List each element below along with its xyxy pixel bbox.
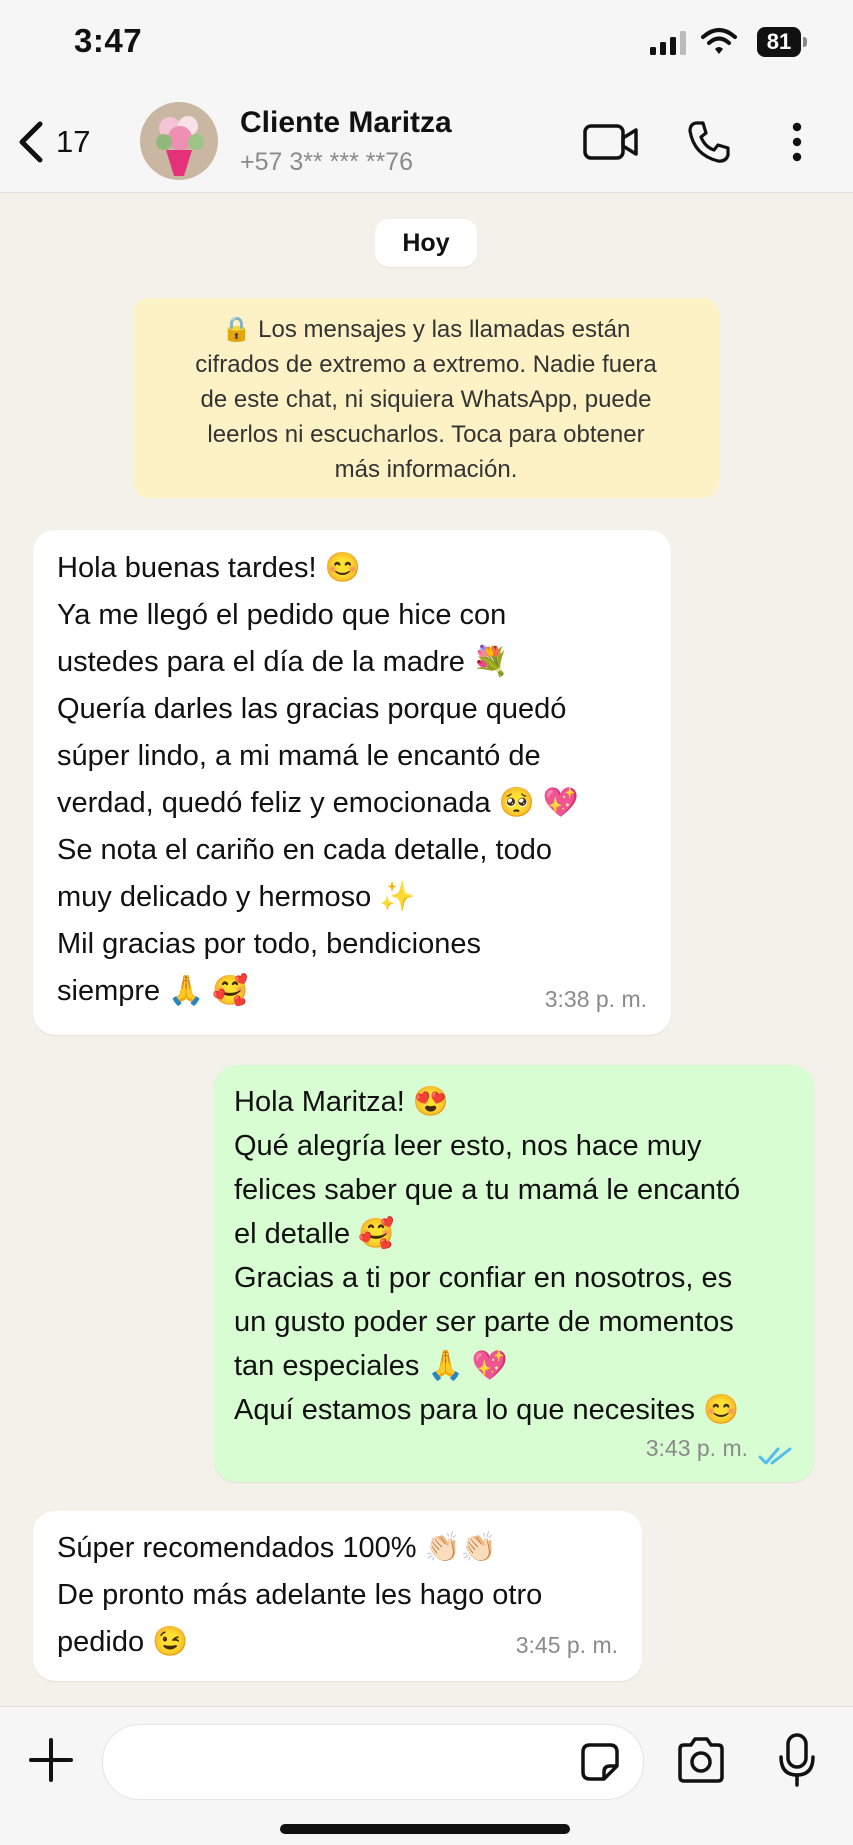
double-check-icon — [758, 1447, 792, 1465]
message-line: Ya me llegó el pedido que hice con — [57, 599, 507, 631]
message-timestamp: 3:45 p. m. — [515, 1632, 618, 1658]
video-call-button[interactable] — [582, 112, 640, 172]
encryption-notice-line: 🔒 Los mensajes y las llamadas están — [221, 316, 631, 343]
message-line: Qué alegría leer esto, nos hace muy — [234, 1130, 702, 1162]
encryption-notice-line: más información. — [334, 456, 518, 483]
date-chip: Hoy — [375, 219, 477, 267]
microphone-icon[interactable] — [778, 1733, 816, 1787]
plus-icon[interactable] — [28, 1737, 74, 1783]
message-line: Súper recomendados 100% 👏🏻👏🏻 — [57, 1532, 497, 1564]
bouquet-avatar-image — [140, 102, 218, 180]
message-line: Gracias a ti por confiar en nosotros, es — [234, 1262, 733, 1294]
message-bubble-outgoing[interactable]: Hola Maritza! 😍 Qué alegría leer esto, n… — [214, 1065, 814, 1482]
back-button[interactable]: 17 — [16, 112, 90, 172]
message-line: Se nota el cariño en cada detalle, todo — [57, 834, 552, 866]
avatar[interactable] — [140, 102, 218, 180]
message-timestamp: 3:38 p. m. — [544, 986, 647, 1012]
message-line: muy delicado y hermoso ✨ — [57, 881, 416, 913]
message-line: Quería darles las gracias porque quedó — [57, 693, 567, 725]
unread-count: 17 — [56, 124, 91, 159]
phone-icon — [688, 121, 730, 163]
message-timestamp: 3:43 p. m. — [645, 1435, 748, 1461]
input-bar — [0, 1706, 853, 1845]
message-line: un gusto poder ser parte de momentos — [234, 1306, 734, 1338]
message-line: tan especiales 🙏 💖 — [234, 1350, 508, 1382]
sticker-icon[interactable] — [580, 1742, 620, 1782]
encryption-notice[interactable]: 🔒 Los mensajes y las llamadas están cifr… — [133, 298, 719, 498]
message-input[interactable] — [102, 1724, 644, 1800]
home-indicator[interactable] — [280, 1824, 570, 1834]
encryption-notice-line: de este chat, ni siquiera WhatsApp, pued… — [200, 386, 652, 413]
camera-icon[interactable] — [676, 1737, 726, 1783]
encryption-notice-line: leerlos ni escucharlos. Toca para obtene… — [207, 421, 645, 448]
video-call-icon — [583, 124, 638, 160]
message-line: el detalle 🥰 — [234, 1218, 395, 1250]
cellular-signal-icon — [650, 31, 686, 55]
encryption-notice-line: cifrados de extremo a extremo. Nadie fue… — [195, 351, 657, 378]
chevron-left-icon — [19, 121, 43, 163]
status-time: 3:47 — [74, 22, 143, 59]
message-line: ustedes para el día de la madre 💐 — [57, 646, 510, 678]
message-line: De pronto más adelante les hago otro — [57, 1579, 543, 1611]
message-line: Mil gracias por todo, bendiciones — [57, 928, 481, 960]
message-line: verdad, quedó feliz y emocionada 🥺 💖 — [57, 787, 579, 819]
message-bubble-incoming[interactable]: Súper recomendados 100% 👏🏻👏🏻 De pronto m… — [33, 1511, 642, 1681]
chat-header: 17 Cliente Maritza +57 3** *** **76 — [0, 92, 853, 193]
voice-call-button[interactable] — [684, 112, 734, 172]
wifi-icon — [701, 28, 737, 54]
message-bubble-incoming[interactable]: Hola buenas tardes! 😊 Ya me llegó el ped… — [33, 530, 671, 1035]
message-line: Hola buenas tardes! 😊 — [57, 552, 361, 584]
contact-name[interactable]: Cliente Maritza — [240, 106, 452, 140]
battery-indicator: 81 — [757, 27, 807, 57]
battery-level: 81 — [757, 27, 801, 57]
message-line: súper lindo, a mi mamá le encantó de — [57, 740, 541, 772]
more-vertical-icon — [792, 122, 802, 162]
message-line: felices saber que a tu mamá le encantó — [234, 1174, 741, 1206]
contact-phone: +57 3** *** **76 — [240, 148, 414, 176]
status-bar: 3:47 81 — [0, 0, 853, 92]
chat-area[interactable]: Hoy 🔒 Los mensajes y las llamadas están … — [0, 193, 853, 1706]
more-options-button[interactable] — [782, 112, 812, 172]
message-line: Hola Maritza! 😍 — [234, 1086, 449, 1118]
